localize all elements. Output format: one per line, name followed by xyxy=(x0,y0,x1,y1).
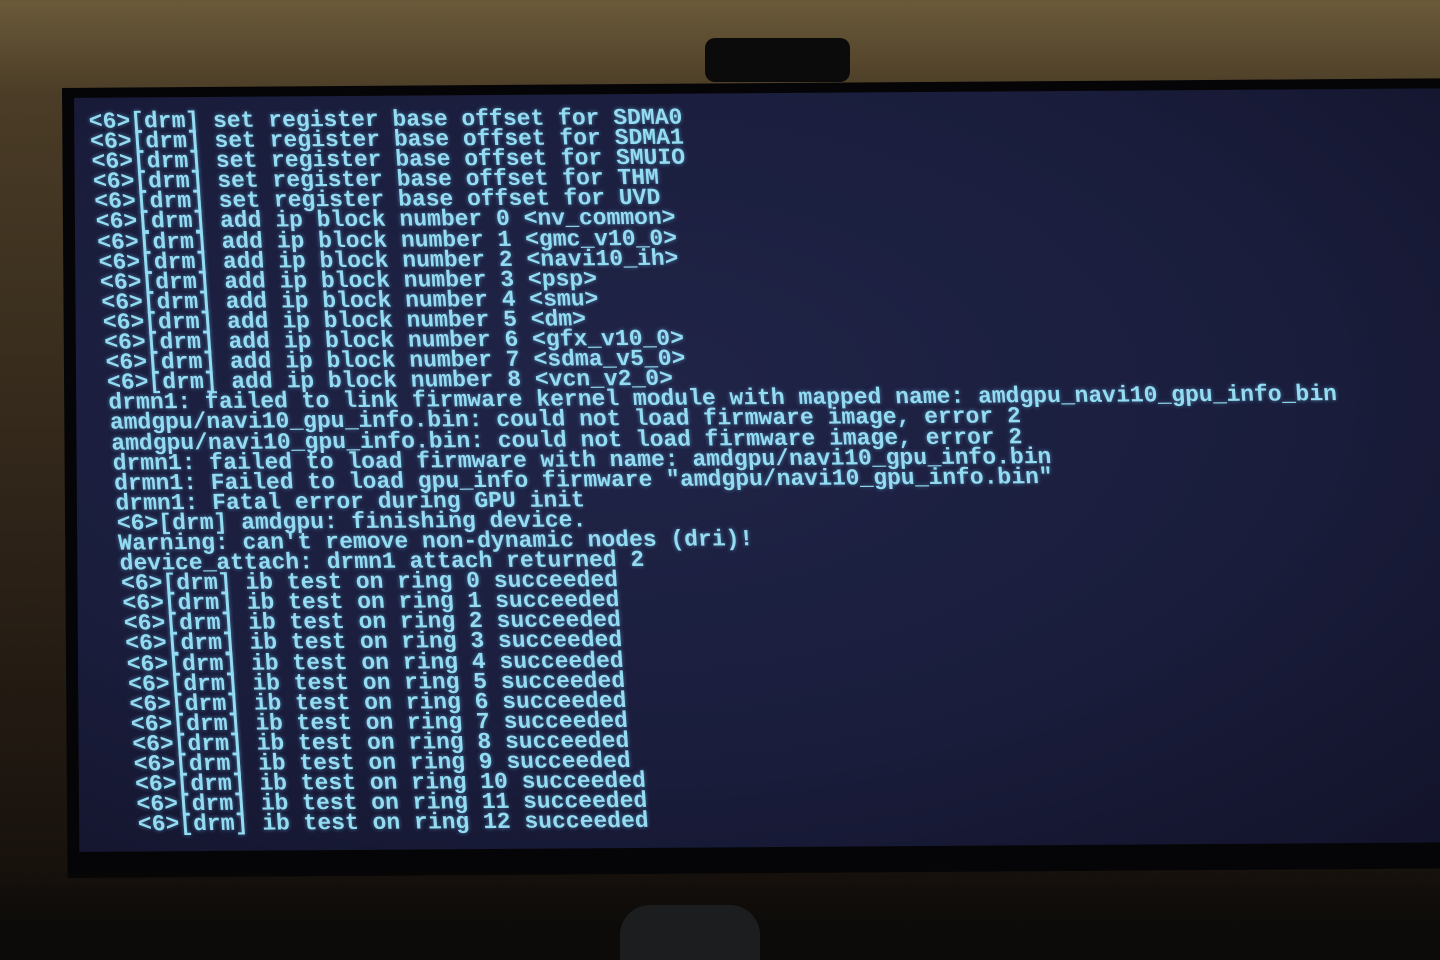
monitor: <6>[drm] set register base offset for SD… xyxy=(62,78,1440,878)
console-output: <6>[drm] set register base offset for SD… xyxy=(88,103,1367,838)
webcam xyxy=(705,38,850,82)
game-controller xyxy=(620,905,760,960)
console-line: <6>[drm] ib test on ring 12 succeeded xyxy=(137,808,650,838)
screen: <6>[drm] set register base offset for SD… xyxy=(74,88,1440,852)
